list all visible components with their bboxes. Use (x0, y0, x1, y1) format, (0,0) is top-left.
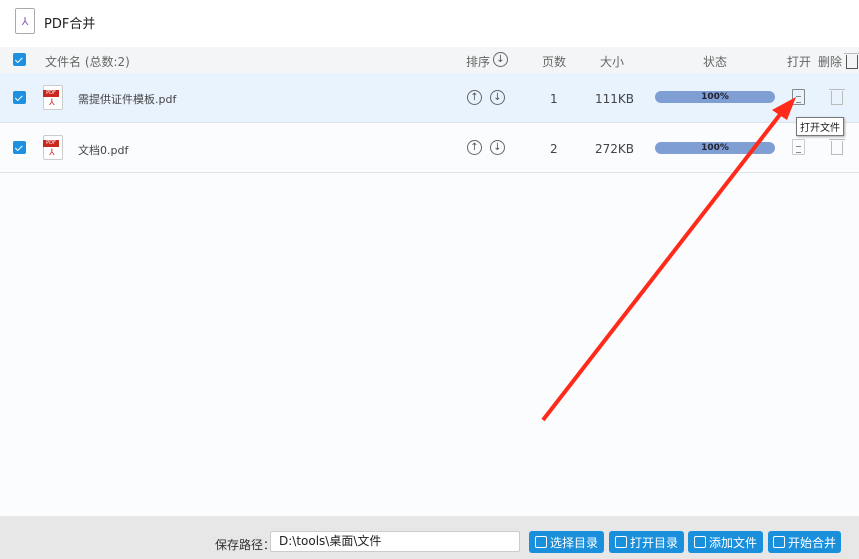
choose-dir-button[interactable]: 选择目录 (529, 531, 604, 553)
save-icon (534, 536, 547, 548)
open-file-tooltip: 打开文件 (796, 117, 844, 136)
start-merge-button[interactable]: 开始合并 (768, 531, 841, 553)
add-file-label: 添加文件 (708, 535, 757, 550)
choose-dir-label: 选择目录 (549, 535, 598, 550)
open-dir-label: 打开目录 (629, 535, 678, 550)
folder-icon (614, 536, 627, 548)
save-path-input[interactable]: D:\tools\桌面\文件 (270, 531, 520, 552)
start-merge-label: 开始合并 (787, 535, 836, 550)
plus-icon (693, 536, 706, 548)
open-dir-button[interactable]: 打开目录 (609, 531, 684, 553)
save-path-label: 保存路径： (215, 538, 276, 552)
add-file-button[interactable]: 添加文件 (688, 531, 763, 553)
merge-icon (772, 536, 785, 548)
red-arrow-annotation (541, 97, 796, 422)
